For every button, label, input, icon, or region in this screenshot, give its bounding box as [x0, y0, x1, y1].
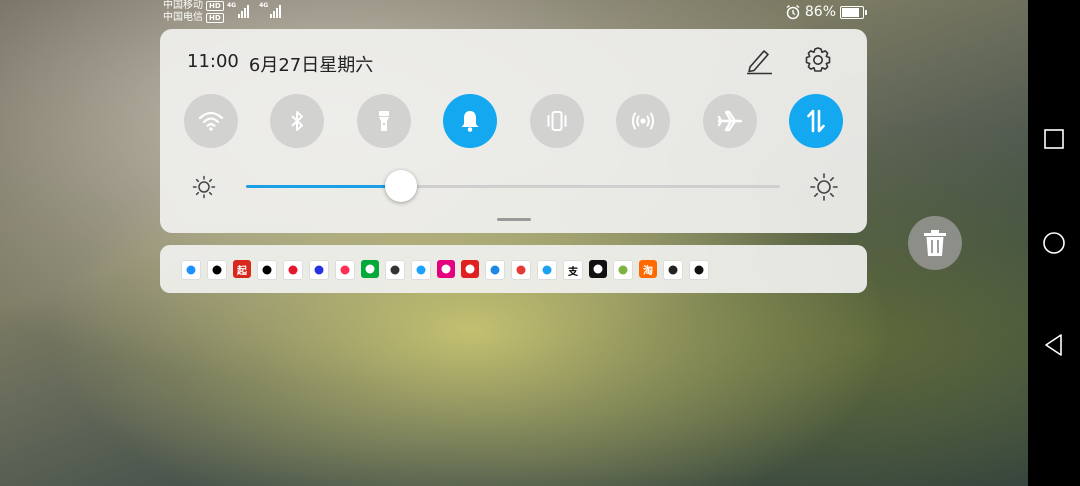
date-label: 6月27日星期六 [248, 55, 374, 76]
cloud-download-icon [207, 260, 227, 280]
signal-strength-icon: 4G [227, 2, 250, 18]
taobao-icon: 淘 [639, 260, 657, 278]
globe-icon [385, 260, 405, 280]
quick-settings-panel: 11:00 6月27日星期六 [160, 29, 867, 233]
hotspot-icon [631, 112, 655, 130]
signal-strength-icon: 4G [259, 2, 282, 18]
battery-level-fill [842, 7, 859, 17]
vibrate-toggle[interactable] [530, 94, 584, 148]
panel-expand-handle[interactable] [497, 218, 531, 221]
carrier-row: 中国移动 HD [163, 0, 224, 12]
edit-button[interactable] [742, 43, 776, 77]
recent-apps-button[interactable] [1038, 123, 1070, 155]
clear-notifications-button[interactable] [908, 216, 962, 270]
vibrate-icon [547, 111, 567, 131]
notification-app-icons: 起支淘 [181, 260, 709, 280]
brightness-slider-fill [246, 185, 401, 188]
gear-icon [805, 47, 831, 72]
send-icon [537, 260, 557, 280]
signal-indicators: 4G 4G [227, 2, 282, 18]
clock-time: 11:00 [187, 51, 239, 72]
wifi-toggle[interactable] [184, 94, 238, 148]
settings-button[interactable] [801, 43, 835, 77]
hd-badge: HD [206, 1, 224, 11]
back-icon [1045, 334, 1062, 356]
battery-icon [840, 5, 867, 19]
network-type-label: 4G [227, 2, 237, 9]
bluetooth-icon [291, 111, 303, 131]
status-right: 86% [785, 4, 867, 20]
network-type-label: 4G [259, 2, 269, 9]
alipay-icon: 支 [563, 260, 583, 280]
hexagon-app-icon [663, 260, 683, 280]
brightness-slider-knob[interactable] [384, 170, 417, 202]
brightness-row [160, 170, 867, 202]
home-icon [1043, 232, 1065, 254]
navigation-bar [1028, 0, 1080, 486]
airplane-icon [717, 110, 743, 132]
recent-apps-icon [1044, 129, 1064, 149]
brightness-high-icon [810, 173, 838, 201]
airplane-mode-toggle[interactable] [703, 94, 757, 148]
carrier-info: 中国移动 HD 中国电信 HD [163, 0, 224, 24]
netease-music-icon [461, 260, 479, 278]
flashlight-toggle[interactable] [357, 94, 411, 148]
brightness-low-icon [192, 175, 216, 199]
status-bar: 中国移动 HD 中国电信 HD 4G 4G 86% [0, 0, 1028, 26]
date-time: 11:00 6月27日星期六 [187, 51, 373, 77]
trash-icon [924, 230, 946, 256]
bluetooth-toggle[interactable] [270, 94, 324, 148]
chat-bubble-icon [689, 260, 709, 280]
red-book-icon [511, 260, 531, 280]
wifi-icon [198, 111, 224, 131]
black-app-icon [589, 260, 607, 278]
home-button[interactable] [1038, 227, 1070, 259]
mobile-data-icon [807, 109, 825, 133]
mobile-data-toggle[interactable] [789, 94, 843, 148]
carrier-name: 中国电信 [163, 12, 203, 23]
video-play-icon [335, 260, 355, 280]
browser-icon [485, 260, 505, 280]
sound-toggle[interactable] [443, 94, 497, 148]
back-button[interactable] [1038, 329, 1070, 361]
battery-percent: 86% [804, 4, 836, 20]
cloud-app-icon [181, 260, 201, 280]
carrier-row: 中国电信 HD [163, 12, 224, 24]
wechat-icon [257, 260, 277, 280]
qidian-icon: 起 [233, 260, 251, 278]
notification-bar[interactable]: 起支淘 [160, 245, 867, 293]
pencil-icon [747, 50, 772, 75]
toggle-row [184, 94, 844, 148]
flashlight-icon [379, 111, 389, 131]
bell-icon [461, 111, 479, 132]
iqiyi-icon [361, 260, 379, 278]
baidu-icon [309, 260, 329, 280]
brightness-slider[interactable] [246, 170, 780, 202]
youku-icon [411, 260, 431, 280]
hd-badge: HD [206, 13, 224, 23]
leaf-app-icon [613, 260, 633, 280]
pink-app-icon [437, 260, 455, 278]
hotspot-toggle[interactable] [616, 94, 670, 148]
carrier-name: 中国移动 [163, 0, 203, 11]
weibo-icon [283, 260, 303, 280]
alarm-clock-icon [786, 4, 800, 20]
